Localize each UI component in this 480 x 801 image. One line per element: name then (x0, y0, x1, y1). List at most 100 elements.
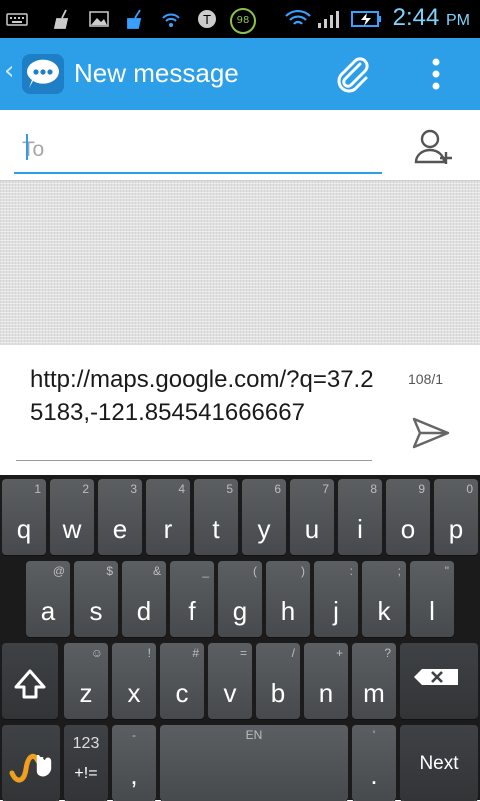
key-label: m (363, 678, 385, 708)
key-hint: ! (147, 646, 151, 660)
key-label: p (448, 514, 464, 544)
key-hint: ( (253, 564, 257, 578)
key-w[interactable]: 2w (50, 479, 94, 555)
swype-key[interactable] (2, 725, 60, 801)
battery-saver-icon: 98 (230, 8, 256, 34)
key-d[interactable]: & d (122, 561, 166, 637)
key-q[interactable]: 1q (2, 479, 46, 555)
key-label: k (377, 596, 391, 626)
soft-keyboard: 1 q 2 w 3 e 4 r 5 t 6 y 7 u 8 i 9 o 0 p @ a $ s & d _ f(g) h: j; k " l ☺ z… (0, 475, 480, 801)
key-n[interactable]: + n (304, 643, 348, 719)
to-input[interactable] (14, 132, 392, 168)
key-b[interactable]: / b (256, 643, 300, 719)
symbols-top-label: 123 (72, 735, 100, 752)
key-label: o (400, 514, 416, 544)
key-label: q (16, 514, 32, 544)
key-l[interactable]: " l (410, 561, 454, 637)
backspace-key[interactable] (400, 643, 478, 719)
symbols-key[interactable]: 123 +!= (64, 725, 108, 801)
broom-icon (53, 9, 69, 29)
shift-key[interactable] (2, 643, 58, 719)
svg-text:T: T (202, 13, 211, 27)
swype-icon (9, 753, 52, 783)
comma-key[interactable]: -, (112, 725, 156, 801)
conversation-area (0, 180, 480, 346)
key-hint: 0 (466, 482, 473, 496)
key-label: z (79, 678, 93, 708)
tmobile-icon: T (198, 10, 216, 28)
key-p[interactable]: 0p (434, 479, 478, 555)
status-time: 2:44 PM (393, 4, 470, 32)
symbols-bottom-label: +!= (74, 765, 98, 782)
key-hint: = (239, 646, 247, 660)
next-key[interactable]: Next (400, 725, 478, 801)
key-label: r (163, 514, 173, 544)
back-chevron-icon[interactable]: ‹ (4, 56, 14, 86)
key-hint: @ (52, 564, 65, 578)
overflow-menu-icon[interactable] (424, 54, 448, 94)
image-icon (89, 11, 109, 27)
period-key[interactable]: '. (352, 725, 396, 801)
space-key[interactable]: EN (160, 725, 348, 801)
key-hint: EN (245, 728, 263, 742)
message-text-field[interactable]: http://maps.google.com/?q=37.25183,-121.… (30, 363, 375, 429)
key-hint: _ (202, 564, 209, 578)
key-hint: 9 (418, 482, 425, 496)
key-hint: & (152, 564, 161, 578)
key-x[interactable]: ! x (112, 643, 156, 719)
to-field[interactable] (14, 132, 392, 174)
key-hint: 5 (226, 482, 233, 496)
key-m[interactable]: ? m (352, 643, 396, 719)
key-label: a (40, 596, 56, 626)
key-s[interactable]: $ s (74, 561, 118, 637)
send-icon[interactable] (410, 415, 452, 451)
key-o[interactable]: 9o (386, 479, 430, 555)
messaging-app-icon[interactable] (20, 52, 66, 96)
wifi-icon (285, 9, 311, 25)
key-h[interactable]: ) h (266, 561, 310, 637)
key-label: c (175, 678, 189, 708)
key-c[interactable]: # c (160, 643, 204, 719)
key-hint: ) (301, 564, 305, 578)
key-label: e (112, 514, 128, 544)
key-hint: - (132, 728, 136, 742)
key-t[interactable]: 5t (194, 479, 238, 555)
key-label: u (304, 514, 320, 544)
key-hint: ; (397, 564, 401, 578)
key-hint: ' (372, 728, 376, 742)
action-bar: ‹ New message (0, 38, 480, 110)
key-hint: ? (384, 646, 391, 660)
key-i[interactable]: 8i (338, 479, 382, 555)
attach-paperclip-icon[interactable] (332, 54, 372, 94)
shift-icon (14, 669, 46, 699)
key-e[interactable]: 3e (98, 479, 142, 555)
key-f[interactable]: _ f (170, 561, 214, 637)
key-hint: / (291, 646, 295, 660)
key-label: l (429, 596, 435, 626)
key-hint: ☺ (90, 646, 103, 660)
compose-underline (16, 460, 372, 461)
key-label: d (136, 596, 152, 626)
key-v[interactable]: = v (208, 643, 252, 719)
key-z[interactable]: ☺ z (64, 643, 108, 719)
key-g[interactable]: (g (218, 561, 262, 637)
key-a[interactable]: @ a (26, 561, 70, 637)
key-label: s (89, 596, 103, 626)
key-hint: 6 (274, 482, 281, 496)
key-hint: " (444, 564, 449, 578)
key-label: i (357, 514, 363, 544)
key-y[interactable]: 6y (242, 479, 286, 555)
add-person-icon[interactable] (412, 126, 456, 170)
recipient-row (0, 110, 480, 180)
key-j[interactable]: :j (314, 561, 358, 637)
text-caret (26, 134, 28, 160)
cleaner-icon (127, 9, 142, 29)
key-label: b (270, 678, 286, 708)
key-label: x (127, 678, 141, 708)
key-k[interactable]: ; k (362, 561, 406, 637)
key-hint: $ (106, 564, 113, 578)
key-u[interactable]: 7u (290, 479, 334, 555)
key-r[interactable]: 4r (146, 479, 190, 555)
character-counter: 108/1 (408, 371, 444, 387)
key-label: g (232, 596, 248, 626)
